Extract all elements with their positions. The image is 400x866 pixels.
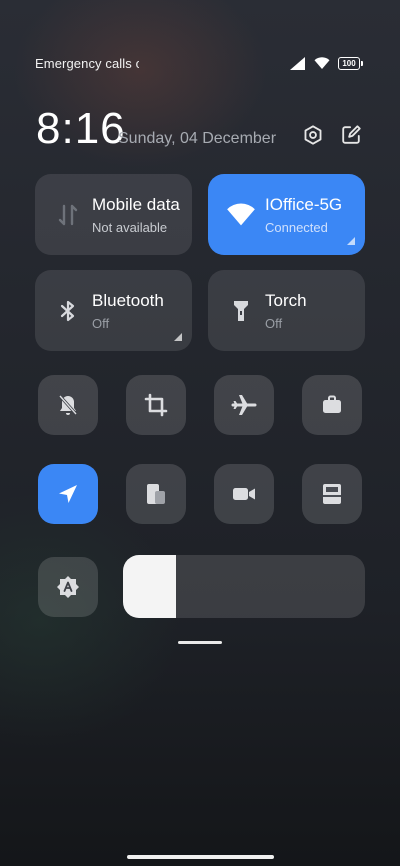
wifi-status: Connected — [265, 220, 328, 235]
bluetooth-expand-indicator[interactable] — [174, 333, 182, 341]
mobile-data-icon — [58, 204, 78, 226]
torch-title: Torch — [265, 291, 307, 310]
mobile-data-tile[interactable]: Mobile data Not available — [35, 174, 192, 255]
battery-level: 100 — [338, 56, 360, 70]
status-bar: Emergency calls only 100 — [35, 54, 363, 72]
cast-toggle[interactable] — [126, 464, 186, 524]
mobile-data-title: Mobile data — [92, 195, 180, 214]
location-toggle[interactable] — [38, 464, 98, 524]
battery-icon: 100 — [338, 56, 363, 70]
mute-bell-icon — [58, 395, 78, 415]
wifi-icon — [227, 203, 255, 226]
torch-status: Off — [265, 316, 283, 331]
brightness-slider-fill — [123, 555, 177, 618]
reading-mode-icon — [323, 484, 341, 504]
wifi-expand-indicator[interactable] — [347, 237, 355, 245]
location-icon — [59, 485, 77, 503]
brightness-slider[interactable] — [123, 555, 365, 618]
reading-mode-toggle[interactable] — [302, 464, 362, 524]
briefcase-icon — [323, 395, 341, 413]
mobile-data-status: Not available — [92, 220, 168, 235]
edit-icon[interactable] — [340, 124, 362, 146]
bluetooth-status: Off — [92, 316, 110, 331]
bluetooth-tile[interactable]: Bluetooth Off — [35, 270, 192, 351]
video-camera-icon — [233, 488, 255, 500]
silent-toggle[interactable] — [38, 375, 98, 435]
bluetooth-title: Bluetooth — [92, 291, 164, 310]
settings-icon[interactable] — [302, 124, 324, 146]
work-profile-toggle[interactable] — [302, 375, 362, 435]
screenshot-toggle[interactable] — [126, 375, 186, 435]
torch-tile[interactable]: Torch Off — [208, 270, 365, 351]
auto-brightness-button[interactable] — [38, 557, 98, 617]
panel-drag-handle[interactable] — [178, 641, 222, 644]
wifi-tile[interactable]: IOffice-5G Connected — [208, 174, 365, 255]
airplane-mode-toggle[interactable] — [214, 375, 274, 435]
signal-icon — [290, 56, 305, 70]
airplane-icon — [231, 395, 257, 415]
screen-recorder-toggle[interactable] — [214, 464, 274, 524]
control-center-header: 8:16 Sunday, 04 December — [36, 104, 364, 154]
cast-icon — [147, 484, 165, 504]
torch-icon — [234, 301, 248, 321]
auto-brightness-icon — [57, 576, 79, 598]
status-icons: 100 — [290, 56, 363, 70]
home-gesture-bar[interactable] — [127, 855, 274, 859]
crop-icon — [144, 393, 168, 417]
bluetooth-icon — [60, 300, 75, 322]
wifi-network-name: IOffice-5G — [265, 195, 343, 214]
wifi-icon — [314, 57, 330, 69]
carrier-status-text: Emergency calls only — [35, 55, 139, 71]
date-label: Sunday, 04 December — [118, 130, 277, 147]
clock: 8:16 — [36, 104, 126, 153]
